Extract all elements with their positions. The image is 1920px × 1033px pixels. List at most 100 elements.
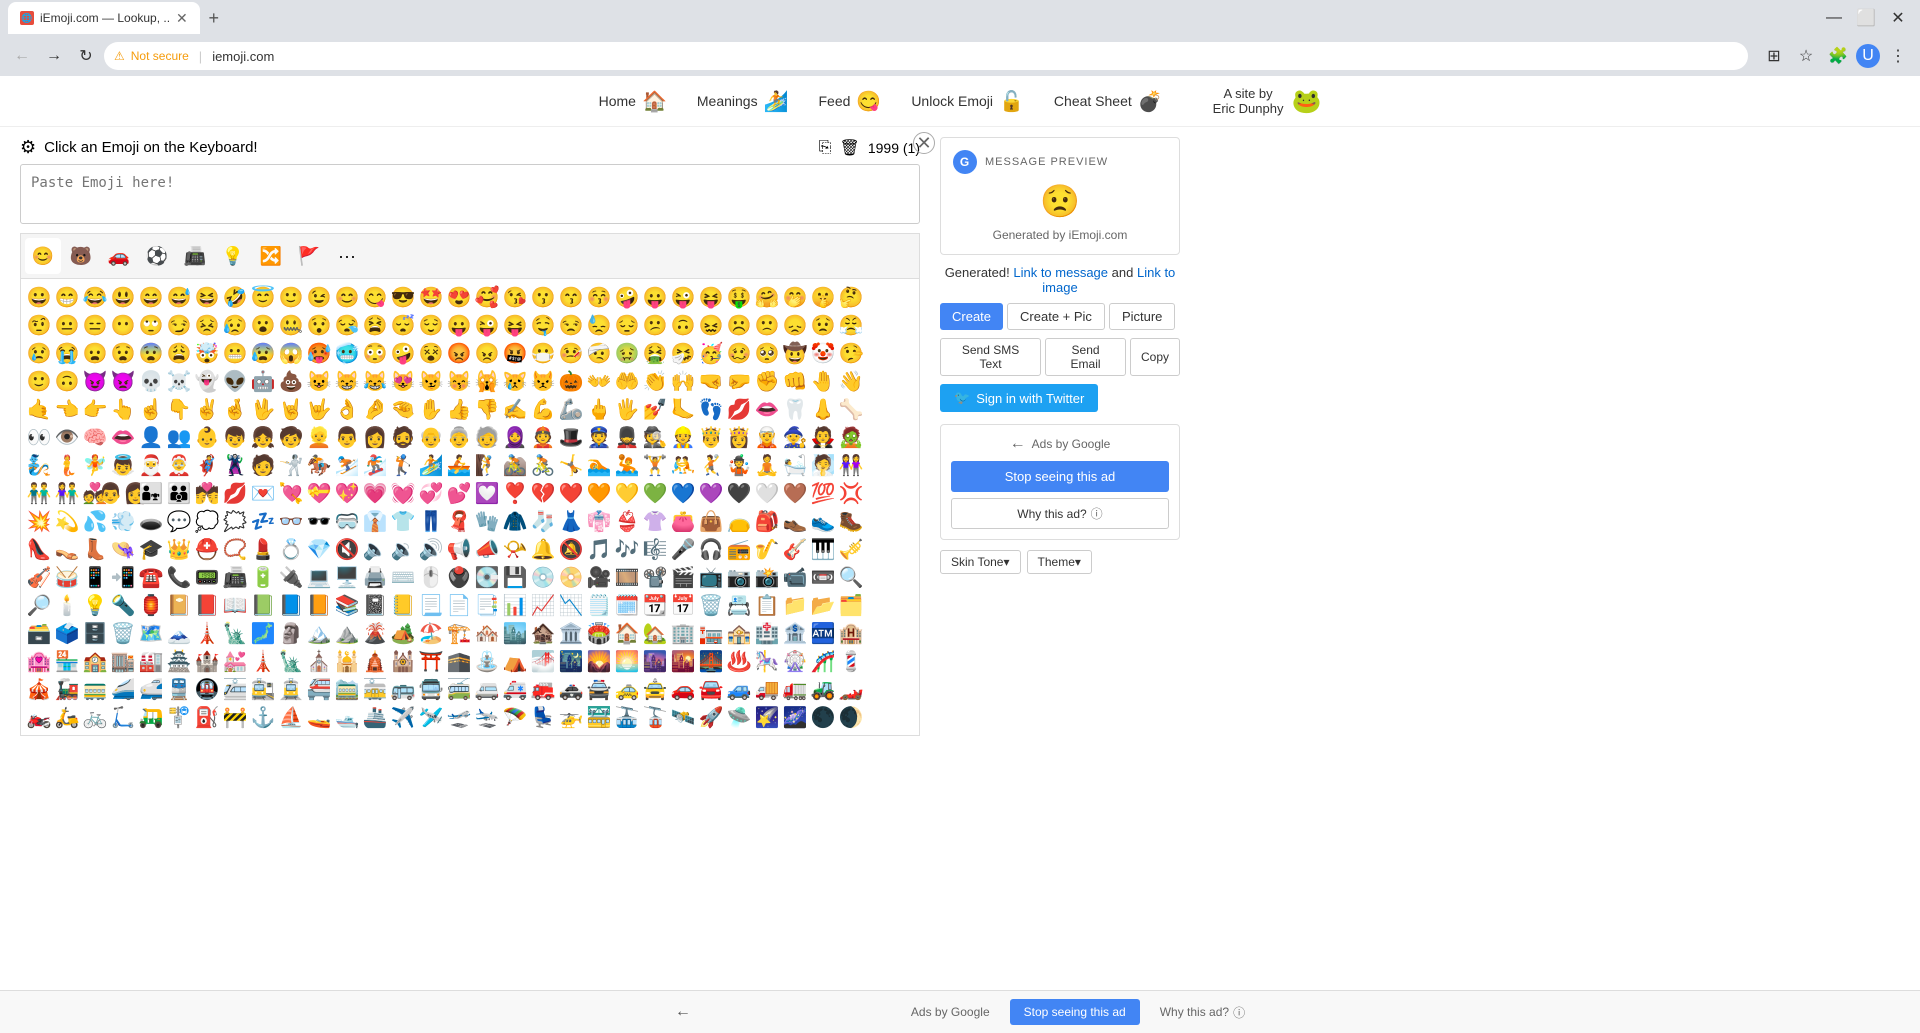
emoji-cell[interactable]: 😁 [53, 283, 81, 311]
emoji-cell[interactable]: 🧝 [753, 423, 781, 451]
emoji-cell[interactable]: 👑 [165, 535, 193, 563]
emoji-cell[interactable]: 😉 [305, 283, 333, 311]
emoji-cell[interactable]: 😑 [81, 311, 109, 339]
emoji-cell[interactable]: 🧣 [445, 507, 473, 535]
cat-tab-more[interactable]: ··· [329, 238, 365, 274]
emoji-cell[interactable]: 🤕 [585, 339, 613, 367]
emoji-cell[interactable]: 🏔️ [305, 619, 333, 647]
emoji-cell[interactable]: 🛰️ [669, 703, 697, 731]
emoji-cell[interactable]: 🎻 [25, 563, 53, 591]
emoji-cell[interactable]: 😰 [249, 339, 277, 367]
emoji-cell[interactable]: 😷 [529, 339, 557, 367]
emoji-cell[interactable]: 🎧 [697, 535, 725, 563]
twitter-signin-button[interactable]: 🐦 Sign in with Twitter [940, 384, 1098, 412]
emoji-cell[interactable]: 🤒 [557, 339, 585, 367]
emoji-cell[interactable]: 📀 [557, 563, 585, 591]
emoji-cell[interactable]: 🚔 [585, 675, 613, 703]
emoji-cell[interactable]: 🗻 [165, 619, 193, 647]
emoji-cell[interactable]: 😞 [781, 311, 809, 339]
emoji-cell[interactable]: 💛 [613, 479, 641, 507]
emoji-cell[interactable]: 🚏 [165, 703, 193, 731]
emoji-cell[interactable]: 🚆 [165, 675, 193, 703]
emoji-cell[interactable]: 🧟 [837, 423, 865, 451]
emoji-cell[interactable]: 👉 [81, 395, 109, 423]
emoji-cell[interactable]: 😽 [445, 367, 473, 395]
emoji-cell[interactable]: 💬 [165, 507, 193, 535]
emoji-cell[interactable]: ❣️ [501, 479, 529, 507]
emoji-cell[interactable]: 👩 [361, 423, 389, 451]
emoji-cell[interactable]: ⛪ [305, 647, 333, 675]
emoji-cell[interactable]: 🌌 [781, 703, 809, 731]
emoji-cell[interactable]: 🏩 [25, 647, 53, 675]
emoji-cell[interactable]: 😛 [641, 283, 669, 311]
emoji-cell[interactable]: 🤑 [725, 283, 753, 311]
emoji-cell[interactable]: ⛺ [501, 647, 529, 675]
emoji-cell[interactable]: 🖲️ [445, 563, 473, 591]
emoji-cell[interactable]: 💜 [697, 479, 725, 507]
emoji-cell[interactable]: 😅 [165, 283, 193, 311]
emoji-cell[interactable]: 👡 [53, 535, 81, 563]
emoji-cell[interactable]: 😃 [109, 283, 137, 311]
emoji-cell[interactable]: 🚚 [753, 675, 781, 703]
emoji-cell[interactable]: 😎 [389, 283, 417, 311]
emoji-cell[interactable]: 🧘 [753, 451, 781, 479]
emoji-cell[interactable]: 🗽 [221, 619, 249, 647]
emoji-cell[interactable]: 🧚 [81, 451, 109, 479]
emoji-cell[interactable]: 🏘️ [473, 619, 501, 647]
emoji-cell[interactable]: 🏖️ [417, 619, 445, 647]
emoji-cell[interactable]: 👚 [641, 507, 669, 535]
emoji-cell[interactable]: 🏣 [697, 619, 725, 647]
emoji-cell[interactable]: 🥽 [333, 507, 361, 535]
emoji-cell[interactable]: 🤏 [389, 395, 417, 423]
bottom-stop-seeing-ad-button[interactable]: Stop seeing this ad [1010, 999, 1140, 1025]
emoji-cell[interactable]: 🛸 [725, 703, 753, 731]
nav-home[interactable]: Home 🏠 [599, 89, 667, 114]
emoji-cell[interactable]: 🖐️ [613, 395, 641, 423]
emoji-cell[interactable]: 🚎 [445, 675, 473, 703]
emoji-cell[interactable]: 🧤 [473, 507, 501, 535]
emoji-cell[interactable]: ❤️ [557, 479, 585, 507]
emoji-cell[interactable]: 📕 [193, 591, 221, 619]
emoji-cell[interactable]: 🚑 [501, 675, 529, 703]
emoji-cell[interactable]: 🎠 [753, 647, 781, 675]
active-tab[interactable]: 🌐 iEmoji.com — Lookup, ... ✕ [8, 2, 200, 34]
emoji-cell[interactable]: 💕 [445, 479, 473, 507]
emoji-cell[interactable]: 🧛 [809, 423, 837, 451]
trash-icon[interactable]: 🗑 [840, 138, 860, 158]
emoji-cell[interactable]: 💟 [473, 479, 501, 507]
emoji-cell[interactable]: 📠 [221, 563, 249, 591]
emoji-cell[interactable]: 🕌 [333, 647, 361, 675]
emoji-cell[interactable]: 📙 [305, 591, 333, 619]
emoji-cell[interactable]: 🛥️ [333, 703, 361, 731]
emoji-cell[interactable]: 📊 [501, 591, 529, 619]
emoji-cell[interactable]: 😧 [109, 339, 137, 367]
emoji-cell[interactable]: 😴 [389, 311, 417, 339]
emoji-cell[interactable]: 🚗 [669, 675, 697, 703]
emoji-cell[interactable]: 🏎️ [837, 675, 865, 703]
emoji-cell[interactable]: 🥁 [53, 563, 81, 591]
emoji-cell[interactable]: 😇 [249, 283, 277, 311]
emoji-cell[interactable]: ☠️ [165, 367, 193, 395]
emoji-cell[interactable]: 🥰 [473, 283, 501, 311]
emoji-cell[interactable]: 🛵 [53, 703, 81, 731]
emoji-cell[interactable]: 🤶 [165, 451, 193, 479]
emoji-cell[interactable]: 📢 [445, 535, 473, 563]
send-email-button[interactable]: Send Email [1045, 338, 1126, 376]
emoji-cell[interactable]: 🎅 [137, 451, 165, 479]
emoji-cell[interactable]: 📯 [501, 535, 529, 563]
emoji-cell[interactable]: 🕍 [389, 647, 417, 675]
emoji-cell[interactable]: 💒 [221, 647, 249, 675]
emoji-cell[interactable]: 🏂 [361, 451, 389, 479]
emoji-cell[interactable]: 🤜 [697, 367, 725, 395]
emoji-cell[interactable]: 🚕 [613, 675, 641, 703]
extensions-button[interactable]: ⊞ [1760, 42, 1788, 70]
emoji-cell[interactable]: 📖 [221, 591, 249, 619]
emoji-cell[interactable]: 🧠 [81, 423, 109, 451]
emoji-cell[interactable]: 😪 [333, 311, 361, 339]
emoji-cell[interactable]: 👍 [445, 395, 473, 423]
emoji-cell[interactable]: 😗 [529, 283, 557, 311]
emoji-cell[interactable]: 🤟 [305, 395, 333, 423]
emoji-cell[interactable]: 👞 [781, 507, 809, 535]
emoji-cell[interactable]: 🚤 [305, 703, 333, 731]
emoji-cell[interactable]: 📆 [641, 591, 669, 619]
